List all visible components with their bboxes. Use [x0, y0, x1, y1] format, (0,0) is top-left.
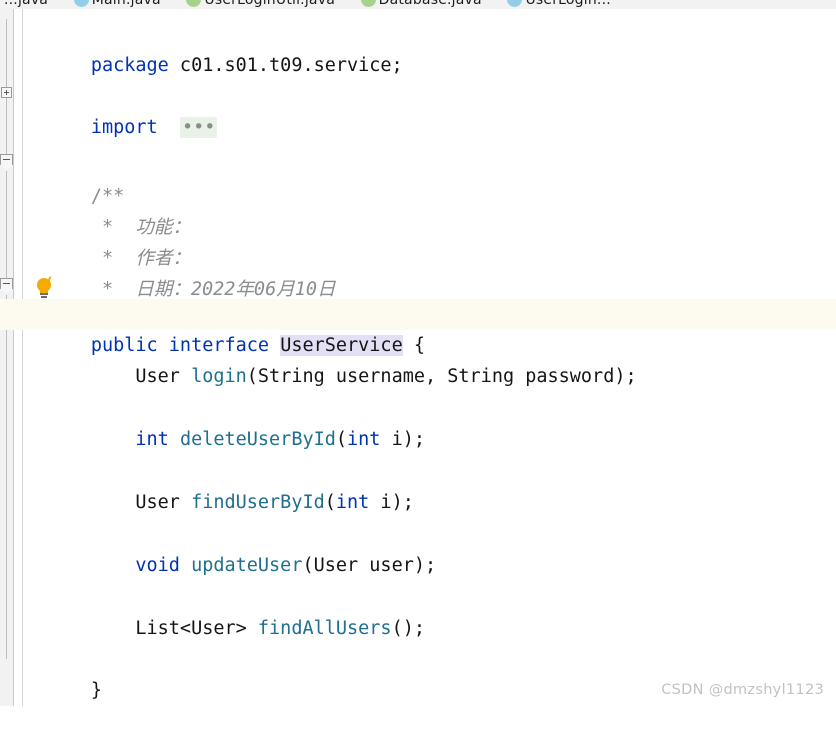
code-line-package[interactable]: package c01.s01.t09.service; — [24, 19, 403, 76]
code-line-method-find-user-by-id[interactable]: User findUserById(int i); — [24, 456, 413, 513]
paren-open: ( — [335, 429, 348, 450]
keyword-package: package — [90, 55, 169, 76]
param-type-int: int — [335, 492, 370, 513]
code-line-method-delete-user-by-id[interactable]: int deleteUserById(int i); — [24, 393, 425, 450]
code-editor[interactable]: package c01.s01.t09.service; import ••• … — [0, 9, 836, 706]
keyword-import: import — [90, 117, 158, 138]
close-brace: } — [90, 680, 102, 701]
editor-tab-label: Main.java — [91, 0, 161, 8]
editor-tab-label: UserLogin... — [525, 0, 611, 8]
ide-window: ...java Main.java UserLoginUtil.java Dat… — [0, 0, 836, 706]
code-line-method-login[interactable]: User login(String username, String passw… — [24, 330, 636, 387]
paren-open: ( — [324, 492, 336, 513]
editor-tab-3[interactable]: Database.java — [355, 0, 492, 9]
java-class-icon — [507, 0, 523, 7]
return-type: int — [90, 429, 180, 450]
editor-tab-2[interactable]: UserLoginUtil.java — [180, 0, 345, 9]
indent-guide — [22, 9, 23, 706]
editor-tab-1[interactable]: Main.java — [68, 0, 171, 9]
code-line-javadoc-author[interactable]: * 作者： — [24, 212, 191, 269]
java-class-icon — [73, 0, 89, 7]
javadoc-date: * 日期：2022年06月10日 — [90, 279, 336, 300]
method-name-find-user-by-id[interactable]: findUserById — [191, 492, 325, 513]
return-type: void — [90, 555, 192, 576]
method-name-update-user[interactable]: updateUser — [191, 555, 302, 576]
method-params: i); — [380, 429, 425, 450]
param-type-int: int — [347, 429, 381, 450]
editor-tab-4[interactable]: UserLogin... — [501, 0, 620, 9]
collapse-minus-icon[interactable] — [0, 154, 13, 171]
method-params: (String username, String password); — [246, 366, 637, 387]
return-type: User — [90, 366, 192, 387]
lightbulb-icon[interactable] — [36, 276, 56, 300]
collapsed-import-placeholder[interactable]: ••• — [179, 117, 218, 138]
collapse-minus-icon[interactable] — [0, 278, 13, 295]
package-name: c01.s01.t09.service; — [168, 55, 403, 76]
method-params: i); — [369, 492, 414, 513]
editor-tab-label: UserLoginUtil.java — [204, 0, 335, 8]
fold-region-line — [6, 19, 7, 659]
csdn-watermark: CSDN @dmzshyl1123 — [661, 682, 824, 698]
method-name-login[interactable]: login — [191, 366, 247, 387]
method-params: (); — [391, 618, 425, 639]
code-line-javadoc-date[interactable]: * 日期：2022年06月10日 — [24, 243, 336, 300]
code-line-javadoc-feature[interactable]: * 功能： — [24, 181, 191, 238]
code-line-close-brace[interactable]: } — [24, 644, 102, 701]
java-interface-icon — [360, 0, 376, 7]
java-interface-icon — [186, 0, 202, 7]
method-params: (User user); — [302, 555, 437, 576]
code-line-import[interactable]: import ••• — [24, 81, 218, 138]
code-line-javadoc-open[interactable]: /** — [24, 150, 124, 207]
editor-tab-label: ...java — [4, 0, 49, 8]
code-line-method-find-all-users[interactable]: List<User> findAllUsers(); — [24, 582, 425, 639]
method-name-delete-user-by-id[interactable]: deleteUserById — [180, 429, 336, 450]
code-line-interface-decl[interactable]: public interface UserService { — [24, 299, 425, 356]
editor-gutter[interactable] — [0, 9, 14, 706]
return-type: User — [90, 492, 192, 513]
code-line-method-update-user[interactable]: void updateUser(User user); — [24, 519, 436, 576]
editor-tab-label: Database.java — [378, 0, 482, 8]
editor-tab-0[interactable]: ...java — [0, 0, 58, 9]
return-type: List<User> — [90, 618, 258, 639]
expand-plus-icon[interactable] — [1, 87, 12, 98]
method-name-find-all-users[interactable]: findAllUsers — [258, 618, 392, 639]
